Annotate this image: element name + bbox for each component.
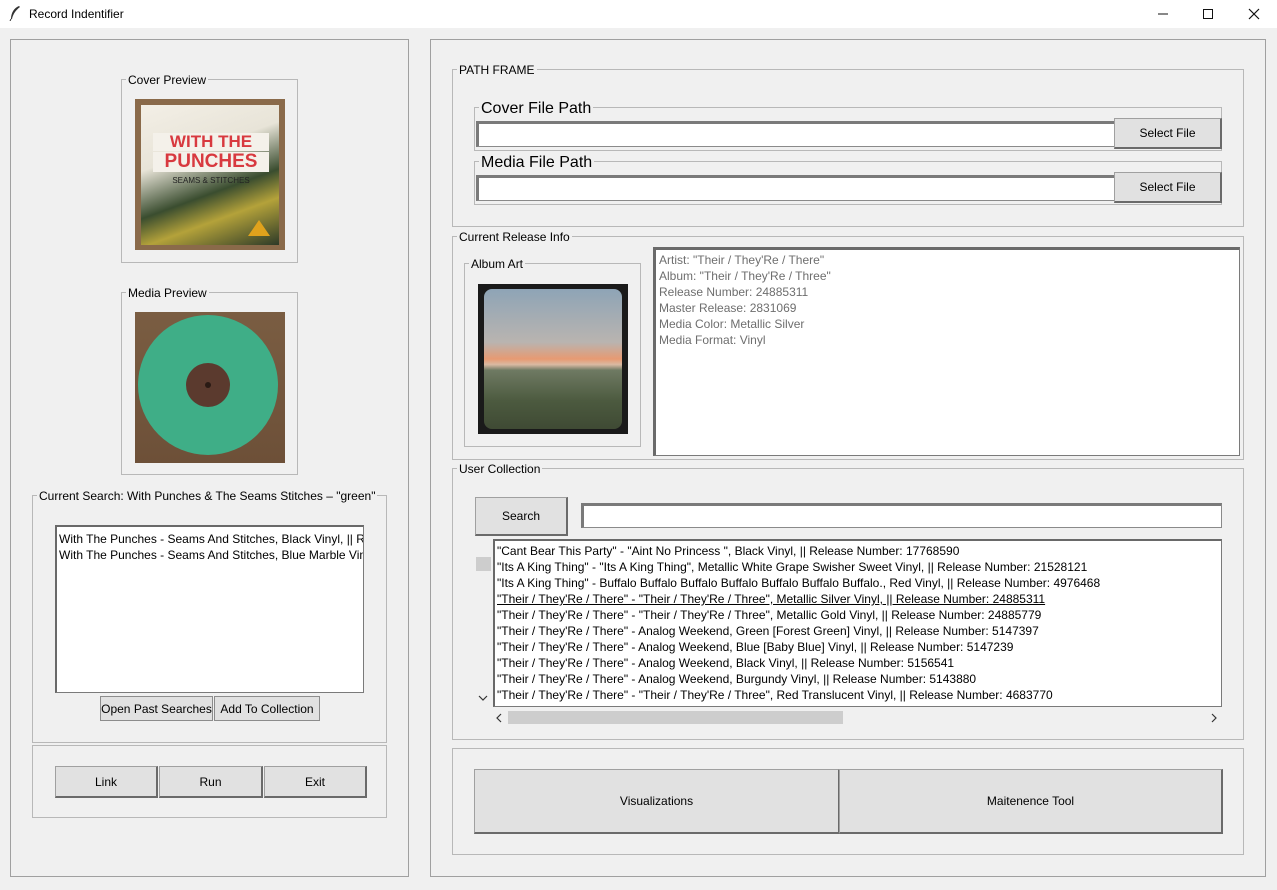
collection-horizontal-scrollbar[interactable] <box>493 709 1222 726</box>
current-release-label: Current Release Info <box>457 230 572 244</box>
list-item[interactable]: "Its A King Thing" - "Its A King Thing",… <box>495 559 1221 575</box>
open-past-searches-button[interactable]: Open Past Searches <box>100 696 213 721</box>
release-info-master-release: Master Release: 2831069 <box>659 301 797 315</box>
link-button[interactable]: Link <box>55 766 158 798</box>
triangle-logo-icon <box>248 220 270 236</box>
list-item[interactable]: "Its A King Thing" - Buffalo Buffalo Buf… <box>495 575 1221 591</box>
list-item[interactable]: "Cant Bear This Party" - "Aint No Prince… <box>495 543 1221 559</box>
list-item[interactable]: "Their / They'Re / There" - Analog Weeke… <box>495 623 1221 639</box>
album-art-label: Album Art <box>469 257 526 271</box>
list-item[interactable]: "Their / They'Re / There" - "Their / The… <box>495 687 1221 703</box>
scroll-left-arrow-icon[interactable] <box>495 713 503 723</box>
list-item[interactable]: With The Punches - Seams And Stitches, B… <box>57 547 363 563</box>
path-frame-label: PATH FRAME <box>457 63 537 77</box>
close-button[interactable] <box>1231 0 1277 28</box>
run-button[interactable]: Run <box>159 766 263 798</box>
select-media-file-button[interactable]: Select File <box>1114 172 1222 203</box>
collection-vertical-scrollbar[interactable] <box>475 540 492 708</box>
close-icon <box>1248 8 1260 20</box>
maintenance-tool-button[interactable]: Maitenence Tool <box>839 769 1223 834</box>
album-art-image <box>478 284 628 434</box>
search-results-list[interactable]: With The Punches - Seams And Stitches, B… <box>55 525 364 693</box>
release-info-release-number: Release Number: 24885311 <box>659 285 809 299</box>
maximize-icon <box>1203 9 1213 19</box>
release-info-album: Album: "Their / They'Re / Three" <box>659 269 831 283</box>
media-file-path-input[interactable] <box>476 175 1115 201</box>
collection-search-input[interactable] <box>581 503 1222 528</box>
scrollbar-thumb[interactable] <box>476 557 491 571</box>
cover-art-title-2: PUNCHES <box>153 152 269 172</box>
minimize-icon <box>1158 13 1168 15</box>
minimize-button[interactable] <box>1140 0 1186 28</box>
maximize-button[interactable] <box>1185 0 1231 28</box>
add-to-collection-button[interactable]: Add To Collection <box>214 696 320 721</box>
cover-preview-image: WITH THE PUNCHES SEAMS & STITCHES <box>135 99 285 250</box>
media-preview-image <box>135 312 285 463</box>
scroll-right-arrow-icon[interactable] <box>1210 713 1218 723</box>
cover-file-path-input[interactable] <box>476 121 1115 147</box>
window-title: Record Indentifier <box>29 7 124 21</box>
list-item[interactable]: "Their / They'Re / There" - "Their / The… <box>495 607 1221 623</box>
list-item-active[interactable]: "Their / They'Re / There" - "Their / The… <box>495 591 1221 607</box>
list-item[interactable]: "Their / They'Re / There" - Analog Weeke… <box>495 639 1221 655</box>
feather-icon <box>9 6 20 21</box>
search-button[interactable]: Search <box>475 497 568 536</box>
current-search-label: Current Search: With Punches & The Seams… <box>37 489 378 503</box>
release-info-media-format: Media Format: Vinyl <box>659 333 766 347</box>
visualizations-button[interactable]: Visualizations <box>474 769 840 834</box>
list-item[interactable]: With The Punches - Seams And Stitches, B… <box>57 531 363 547</box>
cover-file-path-label: Cover File Path <box>479 100 594 118</box>
cover-preview-label: Cover Preview <box>126 73 209 87</box>
title-bar <box>0 0 1277 28</box>
list-item[interactable]: "Their / They'Re / There" - Analog Weeke… <box>495 671 1221 687</box>
collection-list[interactable]: "Cant Bear This Party" - "Aint No Prince… <box>493 539 1222 707</box>
media-file-path-label: Media File Path <box>479 154 595 172</box>
vinyl-record-icon <box>138 315 278 455</box>
cover-art-subtitle: SEAMS & STITCHES <box>172 176 250 185</box>
media-preview-label: Media Preview <box>126 286 209 300</box>
list-item[interactable]: "Their / They'Re / There" - Analog Weeke… <box>495 655 1221 671</box>
release-info-media-color: Media Color: Metallic Silver <box>659 317 805 331</box>
cover-art-title: WITH THE <box>153 133 269 151</box>
release-info-artist: Artist: "Their / They'Re / There" <box>659 253 825 267</box>
release-info-text[interactable]: Artist: "Their / They'Re / There" Album:… <box>653 247 1240 456</box>
user-collection-label: User Collection <box>457 462 543 476</box>
scroll-down-arrow-icon[interactable] <box>478 694 488 702</box>
scrollbar-thumb[interactable] <box>508 711 843 724</box>
exit-button[interactable]: Exit <box>264 766 367 798</box>
select-cover-file-button[interactable]: Select File <box>1114 118 1222 149</box>
